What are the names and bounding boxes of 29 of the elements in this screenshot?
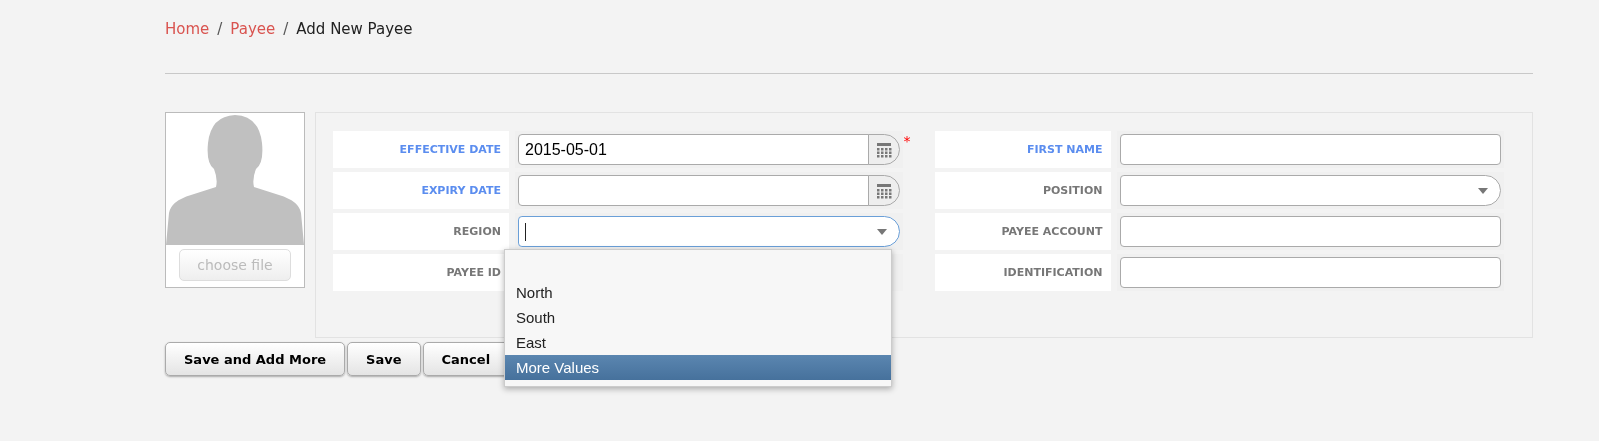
field-label: EXPIRY DATE (333, 172, 509, 209)
field-label: EFFECTIVE DATE (333, 131, 509, 168)
text-cursor (525, 222, 526, 241)
field-label: FIRST NAME (934, 131, 1111, 168)
dropdown-arrow-icon (876, 228, 887, 235)
date-field[interactable] (518, 175, 872, 206)
calculator-icon (875, 141, 892, 158)
calculator-icon (875, 182, 892, 199)
select-field[interactable] (1119, 175, 1501, 206)
breadcrumb-link[interactable]: Payee (230, 20, 276, 38)
breadcrumb-link[interactable]: Home (165, 20, 210, 38)
breadcrumb-separator: / (283, 20, 289, 38)
form-button[interactable]: Save and Add More (165, 342, 346, 376)
field-label: REGION (333, 213, 509, 250)
date-field[interactable]: 2015-05-01 (518, 134, 872, 165)
breadcrumb-separator: / (217, 20, 223, 38)
text-field[interactable] (1119, 134, 1501, 165)
text-field[interactable] (1119, 216, 1501, 247)
form-button[interactable]: Save (347, 342, 421, 376)
page-title: Add New Payee (296, 20, 413, 38)
dropdown-arrow-icon (1478, 187, 1488, 194)
field-label: IDENTIFICATION (934, 254, 1111, 291)
select-field[interactable] (518, 216, 900, 247)
dropdown-option[interactable]: South (505, 305, 891, 330)
dropdown-option[interactable]: More Values (505, 355, 891, 380)
required-mark: * (903, 133, 911, 149)
field-label: POSITION (934, 172, 1111, 209)
text-field[interactable] (1119, 257, 1501, 288)
field-label: PAYEE ACCOUNT (934, 213, 1111, 250)
